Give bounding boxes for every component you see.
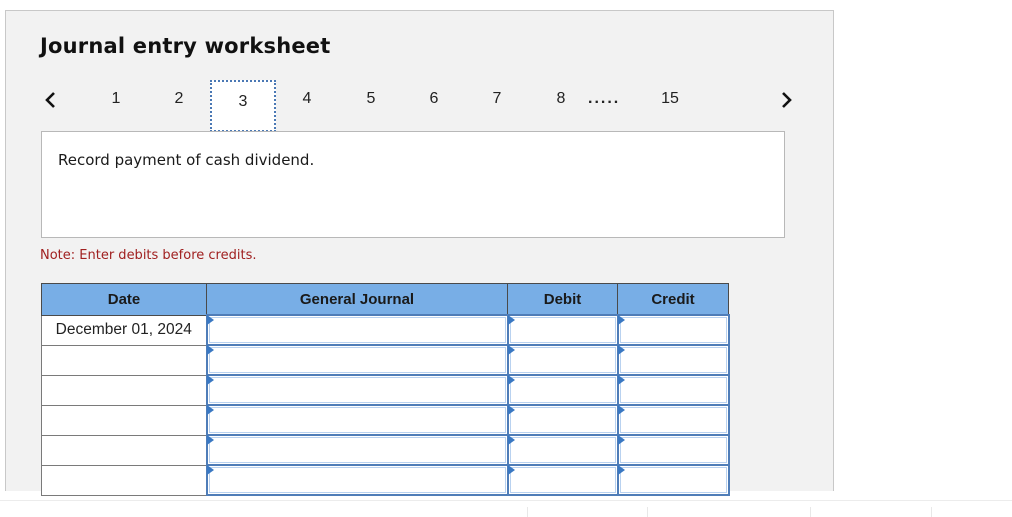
- account-input[interactable]: [208, 317, 506, 343]
- footer-divider-tick: [810, 507, 811, 517]
- table-row: December 01, 2024: [41, 314, 730, 346]
- note-text: Note: Enter debits before credits.: [40, 248, 257, 263]
- column-header-date: Date: [41, 283, 207, 316]
- credit-input[interactable]: [619, 467, 727, 493]
- date-cell: December 01, 2024: [41, 314, 207, 346]
- table-row: [41, 404, 730, 436]
- tab-8[interactable]: 8: [546, 90, 576, 108]
- debit-input-cell: [506, 314, 619, 346]
- credit-input-cell: [616, 314, 730, 346]
- input-marker-icon: [617, 345, 625, 355]
- footer-divider: [0, 500, 1012, 501]
- input-marker-icon: [617, 315, 625, 325]
- account-input-cell: [205, 344, 509, 376]
- tab-4[interactable]: 4: [292, 90, 322, 108]
- credit-input[interactable]: [619, 407, 727, 433]
- credit-input[interactable]: [619, 377, 727, 403]
- table-row: [41, 464, 730, 496]
- date-cell: [41, 464, 207, 496]
- input-marker-icon: [617, 375, 625, 385]
- tab-6[interactable]: 6: [419, 90, 449, 108]
- credit-input[interactable]: [619, 437, 727, 463]
- prev-button[interactable]: [40, 87, 60, 113]
- chevron-left-icon: [44, 91, 56, 109]
- credit-input-cell: [616, 374, 730, 406]
- input-marker-icon: [206, 345, 214, 355]
- table-row: [41, 374, 730, 406]
- debit-input[interactable]: [509, 347, 616, 373]
- tab-15[interactable]: 15: [655, 90, 685, 108]
- debit-input-cell: [506, 404, 619, 436]
- footer-divider-tick: [931, 507, 932, 517]
- next-button[interactable]: [777, 87, 797, 113]
- credit-input[interactable]: [619, 317, 727, 343]
- account-input-cell: [205, 434, 509, 466]
- table-row: [41, 434, 730, 466]
- footer-divider-tick: [527, 507, 528, 517]
- column-header-credit: Credit: [617, 283, 729, 316]
- tab-1[interactable]: 1: [101, 90, 131, 108]
- input-marker-icon: [507, 405, 515, 415]
- account-input-cell: [205, 314, 509, 346]
- credit-input-cell: [616, 344, 730, 376]
- table-row: [41, 344, 730, 376]
- column-header-debit: Debit: [507, 283, 618, 316]
- input-marker-icon: [507, 315, 515, 325]
- prompt-text: Record payment of cash dividend.: [58, 151, 315, 169]
- account-input-cell: [205, 404, 509, 436]
- debit-input[interactable]: [509, 467, 616, 493]
- account-input[interactable]: [208, 467, 506, 493]
- debit-input-cell: [506, 464, 619, 496]
- input-marker-icon: [507, 345, 515, 355]
- credit-input-cell: [616, 464, 730, 496]
- account-input-cell: [205, 464, 509, 496]
- journal-table: Date General Journal Debit Credit Decemb…: [41, 283, 730, 496]
- tab-3[interactable]: 3: [210, 80, 276, 132]
- debit-input-cell: [506, 374, 619, 406]
- input-marker-icon: [206, 435, 214, 445]
- date-cell: [41, 374, 207, 406]
- input-marker-icon: [206, 465, 214, 475]
- page-title: Journal entry worksheet: [40, 34, 331, 58]
- pagination-ellipsis: .....: [588, 90, 621, 107]
- input-marker-icon: [507, 465, 515, 475]
- debit-input[interactable]: [509, 317, 616, 343]
- account-input-cell: [205, 374, 509, 406]
- tab-7[interactable]: 7: [482, 90, 512, 108]
- date-cell: [41, 434, 207, 466]
- table-header-row: Date General Journal Debit Credit: [41, 283, 729, 316]
- account-input[interactable]: [208, 377, 506, 403]
- tab-2[interactable]: 2: [164, 90, 194, 108]
- chevron-right-icon: [781, 91, 793, 109]
- credit-input[interactable]: [619, 347, 727, 373]
- credit-input-cell: [616, 434, 730, 466]
- input-marker-icon: [507, 375, 515, 385]
- debit-input[interactable]: [509, 437, 616, 463]
- input-marker-icon: [617, 465, 625, 475]
- column-header-general-journal: General Journal: [206, 283, 508, 316]
- debit-input-cell: [506, 434, 619, 466]
- input-marker-icon: [617, 435, 625, 445]
- debit-input[interactable]: [509, 377, 616, 403]
- footer-divider-tick: [647, 507, 648, 517]
- account-input[interactable]: [208, 437, 506, 463]
- debit-input-cell: [506, 344, 619, 376]
- prompt-box: Record payment of cash dividend.: [41, 131, 785, 238]
- debit-input[interactable]: [509, 407, 616, 433]
- date-cell: [41, 404, 207, 436]
- input-marker-icon: [507, 435, 515, 445]
- input-marker-icon: [206, 405, 214, 415]
- input-marker-icon: [617, 405, 625, 415]
- input-marker-icon: [206, 375, 214, 385]
- account-input[interactable]: [208, 347, 506, 373]
- credit-input-cell: [616, 404, 730, 436]
- account-input[interactable]: [208, 407, 506, 433]
- tab-5[interactable]: 5: [356, 90, 386, 108]
- input-marker-icon: [206, 315, 214, 325]
- date-cell: [41, 344, 207, 376]
